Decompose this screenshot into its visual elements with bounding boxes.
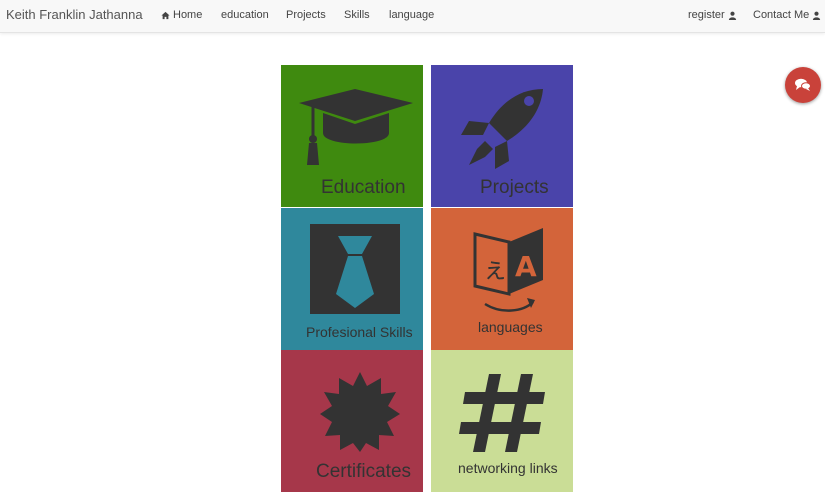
nav-language-label: language <box>389 9 435 21</box>
nav-contact-label: Contact Me <box>753 9 810 21</box>
tile-professional-skills[interactable]: Profesional Skills <box>281 208 423 350</box>
user-icon <box>813 11 821 20</box>
nav-register-label: register <box>688 9 725 21</box>
nav-projects-link[interactable]: Projects <box>286 9 326 21</box>
nav-skills-label: Skills <box>344 9 370 21</box>
nav-education-label: education <box>221 9 269 21</box>
nav-language-link[interactable]: language <box>389 9 434 21</box>
tile-networking-links[interactable]: networking links <box>431 350 573 492</box>
tile-languages[interactable]: ぇ A languages <box>431 208 573 350</box>
chat-button[interactable] <box>785 67 821 103</box>
nav-education-link[interactable]: education <box>221 9 269 21</box>
hashtag-icon <box>459 374 545 452</box>
nav-home-link[interactable]: Home <box>161 9 202 21</box>
navbar: Keith Franklin Jathanna Home education P… <box>0 0 825 33</box>
tile-label-languages: languages <box>478 319 543 335</box>
certificate-icon <box>320 372 400 452</box>
nav-contact-link[interactable]: Contact Me <box>753 9 821 21</box>
graduation-cap-icon <box>299 89 413 165</box>
user-icon <box>728 11 736 20</box>
tile-projects[interactable]: Projects <box>431 65 573 207</box>
tile-label-projects: Projects <box>480 177 549 198</box>
rocket-icon <box>461 89 543 169</box>
translate-icon: ぇ A <box>473 228 543 312</box>
nav-register-link[interactable]: register <box>688 9 737 21</box>
tile-certificates[interactable]: Certificates <box>281 350 423 492</box>
tile-label-certificates: Certificates <box>316 461 412 482</box>
nav-home-label: Home <box>173 9 203 21</box>
brand-link[interactable]: Keith Franklin Jathanna <box>6 7 143 22</box>
nav-projects-label: Projects <box>286 9 326 21</box>
tie-icon <box>310 224 400 314</box>
nav-skills-link[interactable]: Skills <box>344 9 370 21</box>
home-icon <box>161 11 170 19</box>
svg-text:A: A <box>515 250 537 283</box>
svg-text:ぇ: ぇ <box>482 255 508 285</box>
tile-label-education: Education <box>321 177 406 198</box>
tile-education[interactable]: Education <box>281 65 423 207</box>
tile-label-networking-links: networking links <box>458 460 558 476</box>
chat-icon <box>795 78 811 91</box>
tile-label-professional-skills: Profesional Skills <box>306 324 413 340</box>
